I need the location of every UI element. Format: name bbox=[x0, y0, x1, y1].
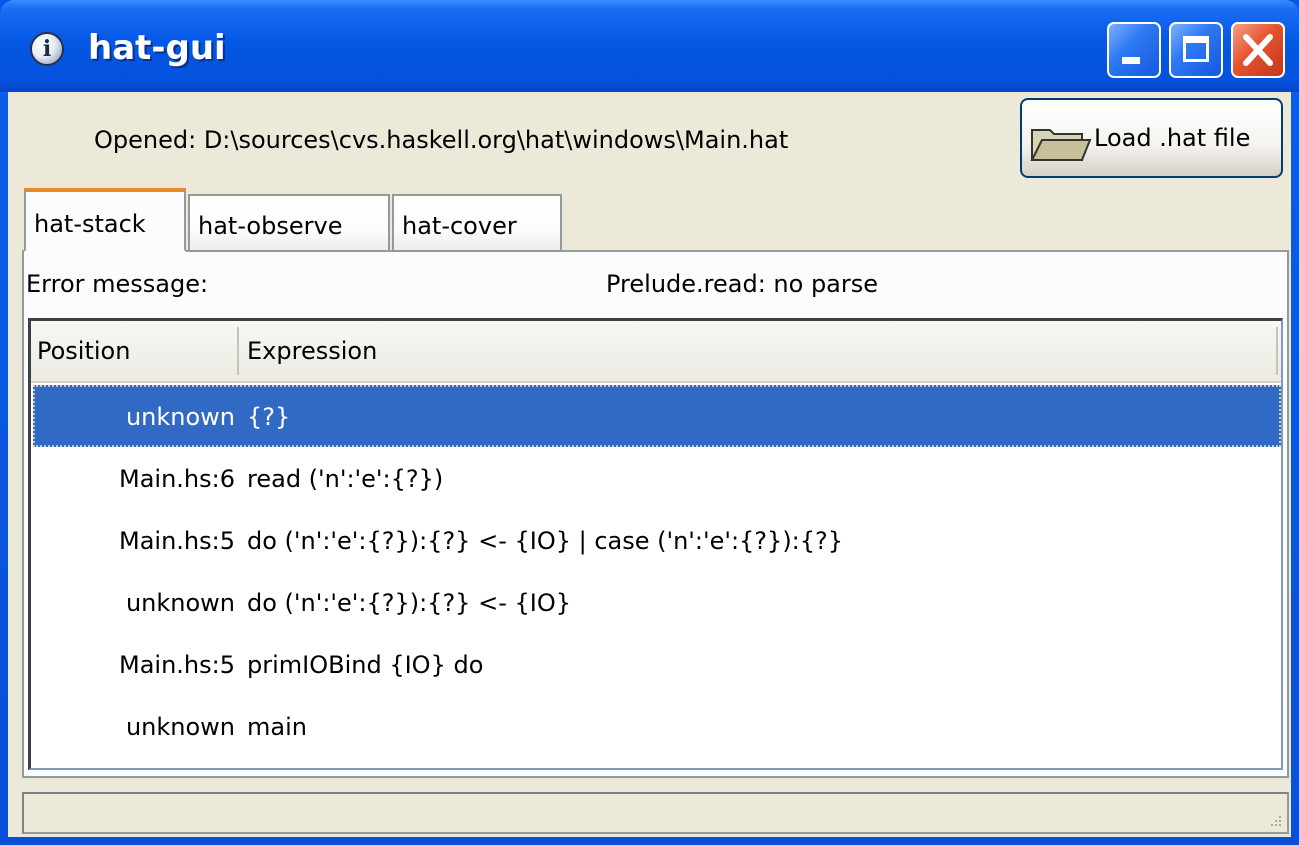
table-row[interactable]: unknown main bbox=[33, 695, 1281, 757]
table-row[interactable]: unknown {?} bbox=[33, 385, 1281, 447]
row-position: Main.hs:5 bbox=[119, 527, 235, 555]
close-button[interactable] bbox=[1231, 22, 1285, 78]
list-header: Position Expression bbox=[31, 321, 1281, 383]
tab-hat-cover[interactable]: hat-cover bbox=[392, 194, 562, 252]
row-expression: main bbox=[247, 713, 307, 741]
status-bar bbox=[22, 792, 1289, 834]
window-title: hat-gui bbox=[88, 28, 226, 68]
column-divider[interactable] bbox=[1276, 327, 1278, 375]
folder-icon bbox=[1030, 129, 1092, 161]
row-position: unknown bbox=[125, 403, 235, 431]
tab-strip: hat-stack hat-observe hat-cover bbox=[24, 188, 584, 252]
row-expression: {?} bbox=[247, 403, 291, 431]
row-expression: do ('n':'e':{?}):{?} <- {IO} | case ('n'… bbox=[247, 527, 844, 555]
column-divider[interactable] bbox=[237, 327, 239, 375]
resize-grip-icon[interactable] bbox=[1269, 814, 1283, 828]
table-row[interactable]: Main.hs:5 do ('n':'e':{?}):{?} <- {IO} |… bbox=[33, 509, 1281, 571]
row-position: Main.hs:6 bbox=[119, 465, 235, 493]
maximize-icon bbox=[1183, 36, 1209, 62]
minimize-icon bbox=[1122, 57, 1140, 64]
error-message-value: Prelude.read: no parse bbox=[606, 270, 879, 298]
opened-file-label: Opened: D:\sources\cvs.haskell.org\hat\w… bbox=[94, 126, 789, 154]
row-position: Main.hs:5 bbox=[119, 651, 235, 679]
column-header-position[interactable]: Position bbox=[37, 337, 130, 365]
tab-hat-stack[interactable]: hat-stack bbox=[24, 188, 186, 252]
row-position: unknown bbox=[125, 713, 235, 741]
row-expression: read ('n':'e':{?}) bbox=[247, 465, 444, 493]
client-area: Opened: D:\sources\cvs.haskell.org\hat\w… bbox=[8, 92, 1291, 837]
error-message-label: Error message: bbox=[26, 270, 209, 298]
close-icon bbox=[1243, 34, 1273, 66]
minimize-button[interactable] bbox=[1107, 22, 1161, 78]
table-row[interactable]: Main.hs:6 read ('n':'e':{?}) bbox=[33, 447, 1281, 509]
row-position: unknown bbox=[125, 589, 235, 617]
title-bar[interactable]: i hat-gui bbox=[0, 0, 1299, 92]
table-row[interactable]: unknown do ('n':'e':{?}):{?} <- {IO} bbox=[33, 571, 1281, 633]
tab-hat-observe[interactable]: hat-observe bbox=[188, 194, 390, 252]
load-hat-file-button[interactable]: Load .hat file bbox=[1020, 98, 1283, 178]
column-header-expression[interactable]: Expression bbox=[247, 337, 377, 365]
row-expression: primIOBind {IO} do bbox=[247, 651, 484, 679]
stack-list[interactable]: Position Expression unknown {?} Main.hs:… bbox=[28, 318, 1283, 770]
table-row[interactable]: Main.hs:5 primIOBind {IO} do bbox=[33, 633, 1281, 695]
row-expression: do ('n':'e':{?}):{?} <- {IO} bbox=[247, 589, 571, 617]
info-icon[interactable]: i bbox=[30, 32, 64, 66]
hat-stack-panel: Error message: Prelude.read: no parse Po… bbox=[22, 250, 1289, 778]
load-hat-file-label: Load .hat file bbox=[1094, 124, 1251, 152]
maximize-button[interactable] bbox=[1169, 22, 1223, 78]
app-window: i hat-gui Opened: D:\sources\cvs.haskell… bbox=[0, 0, 1299, 845]
